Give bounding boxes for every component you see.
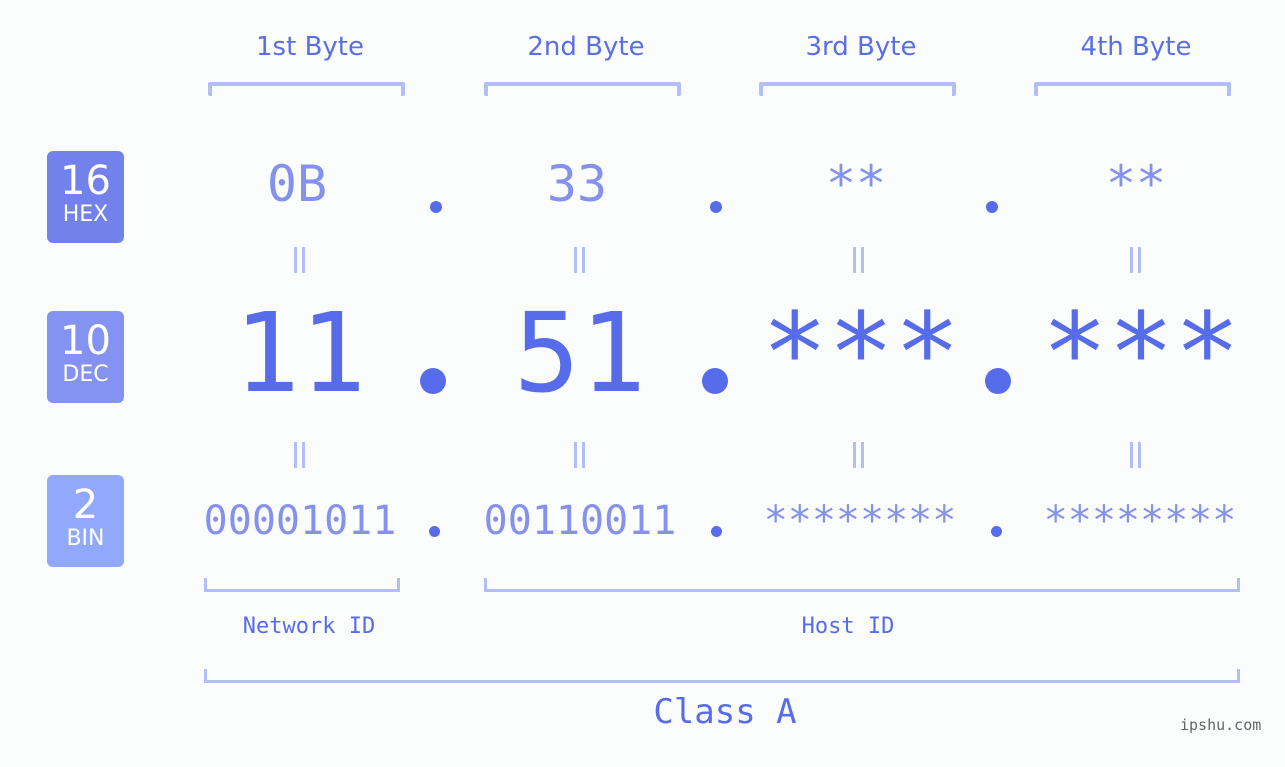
byte-bracket-3 bbox=[759, 82, 956, 96]
bin-separator-dot-2 bbox=[711, 526, 722, 537]
network-id-bracket bbox=[204, 578, 400, 592]
equals-icon bbox=[292, 442, 306, 468]
dec-separator-dot-2 bbox=[702, 368, 728, 394]
equals-icon bbox=[1128, 442, 1142, 468]
byte-header-1: 1st Byte bbox=[256, 32, 364, 62]
equals-icon bbox=[572, 442, 586, 468]
byte-bracket-4 bbox=[1034, 82, 1231, 96]
bin-value-4: ******** bbox=[1043, 498, 1237, 544]
dec-value-2: 51 bbox=[513, 289, 647, 417]
bin-separator-dot-3 bbox=[991, 526, 1002, 537]
equals-icon bbox=[1128, 247, 1142, 273]
bin-badge-number: 2 bbox=[72, 482, 99, 528]
bin-badge: 2 BIN bbox=[47, 475, 124, 567]
dec-badge-number: 10 bbox=[60, 318, 111, 364]
hex-value-3: ** bbox=[825, 155, 887, 213]
hex-value-2: 33 bbox=[546, 155, 608, 213]
hex-separator-dot-3 bbox=[986, 201, 998, 213]
dec-separator-dot-3 bbox=[985, 368, 1011, 394]
host-id-bracket bbox=[484, 578, 1240, 592]
bin-value-2: 00110011 bbox=[483, 498, 677, 544]
byte-bracket-1 bbox=[208, 82, 405, 96]
bin-value-1: 00001011 bbox=[203, 498, 397, 544]
equals-icon bbox=[851, 442, 865, 468]
bin-badge-label: BIN bbox=[66, 526, 105, 551]
dec-badge-label: DEC bbox=[62, 362, 109, 387]
byte-header-3: 3rd Byte bbox=[805, 32, 917, 62]
byte-header-2: 2nd Byte bbox=[527, 32, 645, 62]
dec-separator-dot-1 bbox=[420, 368, 446, 394]
watermark: ipshu.com bbox=[1180, 716, 1262, 734]
dec-badge: 10 DEC bbox=[47, 311, 124, 403]
byte-bracket-2 bbox=[484, 82, 681, 96]
bin-value-3: ******** bbox=[763, 498, 957, 544]
network-id-label: Network ID bbox=[242, 614, 376, 639]
hex-badge: 16 HEX bbox=[47, 151, 124, 243]
hex-separator-dot-1 bbox=[430, 201, 442, 213]
host-id-label: Host ID bbox=[801, 614, 895, 639]
byte-header-4: 4th Byte bbox=[1080, 32, 1192, 62]
hex-value-4: ** bbox=[1105, 155, 1167, 213]
bin-separator-dot-1 bbox=[429, 526, 440, 537]
class-bracket bbox=[204, 669, 1240, 683]
hex-value-1: 0B bbox=[266, 155, 328, 213]
dec-value-4: *** bbox=[1041, 289, 1241, 417]
equals-icon bbox=[851, 247, 865, 273]
hex-badge-number: 16 bbox=[60, 158, 111, 204]
dec-value-3: *** bbox=[761, 289, 961, 417]
ip-class-label: Class A bbox=[653, 692, 797, 732]
hex-separator-dot-2 bbox=[710, 201, 722, 213]
equals-icon bbox=[292, 247, 306, 273]
hex-badge-label: HEX bbox=[62, 202, 109, 227]
dec-value-1: 11 bbox=[233, 289, 367, 417]
equals-icon bbox=[572, 247, 586, 273]
